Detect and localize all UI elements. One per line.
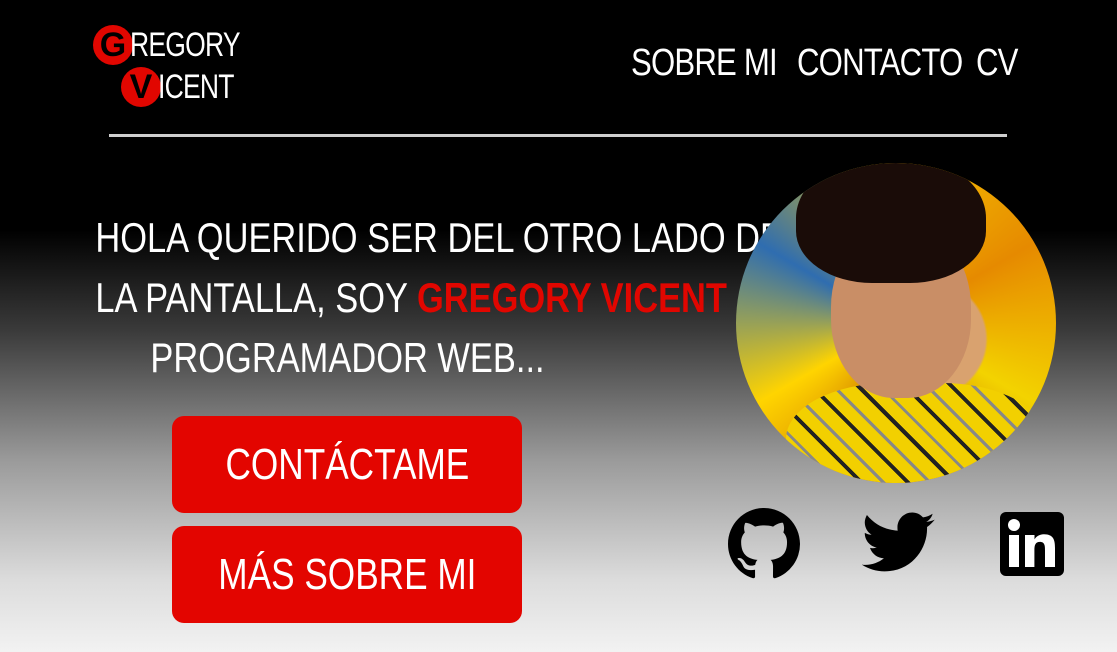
hero-line-2-prefix: LA PANTALLA, SOY xyxy=(95,274,417,321)
profile-photo-shirt xyxy=(786,383,1046,483)
logo-text-regory: REGORY xyxy=(130,25,241,64)
logo-g-badge: G xyxy=(93,25,133,65)
twitter-icon[interactable] xyxy=(861,512,936,574)
logo-line-2: V ICENT xyxy=(121,67,255,107)
hero-line-1: HOLA QUERIDO SER DEL OTRO LADO DE xyxy=(95,214,784,261)
more-about-me-button[interactable]: MÁS SOBRE MI xyxy=(172,526,522,623)
profile-photo-hair xyxy=(796,163,986,283)
nav-item-contacto[interactable]: CONTACTO xyxy=(797,42,999,92)
profile-photo xyxy=(736,163,1056,483)
logo-text-icent: ICENT xyxy=(158,67,234,106)
contact-button[interactable]: CONTÁCTAME xyxy=(172,416,522,513)
github-icon[interactable] xyxy=(728,508,800,580)
logo-line-1: G REGORY xyxy=(93,25,271,65)
logo[interactable]: G REGORY V ICENT xyxy=(93,25,243,109)
linkedin-icon[interactable] xyxy=(1000,512,1064,576)
site-header: G REGORY V ICENT SOBRE MI CONTACTO CV xyxy=(0,0,1117,136)
nav-item-sobre-mi[interactable]: SOBRE MI xyxy=(631,42,809,92)
hero-line-3: PROGRAMADOR WEB... xyxy=(150,334,545,381)
header-divider xyxy=(109,134,1007,137)
nav-item-cv[interactable]: CV xyxy=(976,42,1027,92)
logo-v-badge: V xyxy=(121,67,161,107)
hero-line-2: LA PANTALLA, SOY GREGORY VICENT xyxy=(95,268,727,328)
hero-name: GREGORY VICENT xyxy=(416,274,727,321)
hero-heading: HOLA QUERIDO SER DEL OTRO LADO DE LA PAN… xyxy=(40,208,784,388)
